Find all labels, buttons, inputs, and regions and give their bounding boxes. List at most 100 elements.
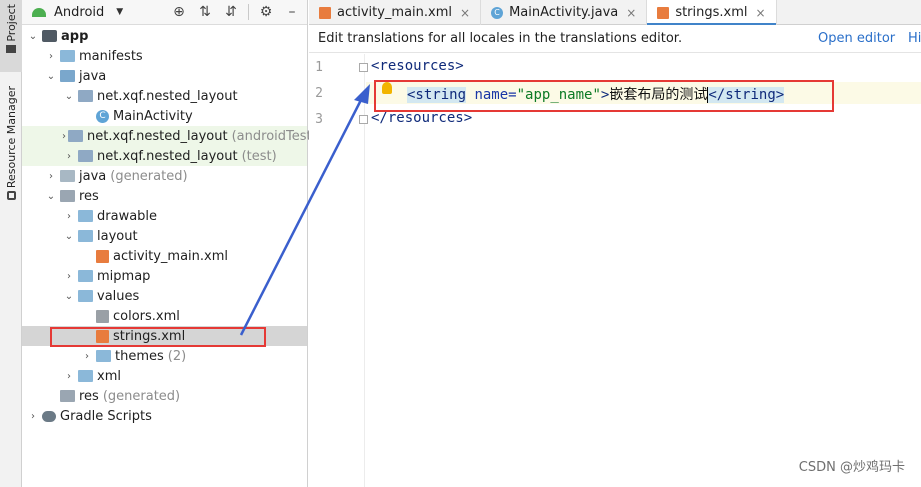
tree-item-hint: (androidTest)	[231, 128, 317, 144]
folder-icon	[78, 210, 93, 222]
fold-icon[interactable]	[359, 115, 368, 124]
tree-item-label: net.xqf.nested_layout	[97, 148, 238, 164]
highlight-box-code-line	[374, 80, 834, 112]
tree-item-hint: (2)	[167, 348, 187, 364]
xml-file-icon	[657, 6, 670, 19]
xml-file-icon	[96, 249, 109, 263]
tree-item-drawable[interactable]: › drawable	[22, 206, 307, 226]
folder-icon	[60, 70, 75, 82]
tree-item-label: layout	[97, 228, 138, 244]
project-panel: Android ▼ ⊕ ⇅ ⇵ ⚙ – ⌄ app › manifests ⌄ …	[22, 0, 317, 487]
watermark: CSDN @炒鸡玛卡	[798, 460, 905, 475]
tree-item-label: MainActivity	[113, 108, 193, 124]
locate-icon[interactable]: ⊕	[170, 3, 188, 21]
chevron-right-icon[interactable]: ›	[62, 211, 76, 222]
chevron-down-icon[interactable]: ⌄	[26, 31, 40, 42]
tree-item-label: manifests	[79, 48, 143, 64]
tree-item-label: Gradle Scripts	[60, 408, 152, 424]
collapse-all-icon[interactable]: ⇵	[222, 3, 240, 21]
banner-message: Edit translations for all locales in the…	[318, 31, 683, 46]
tree-item-gradle-scripts[interactable]: › Gradle Scripts	[22, 406, 307, 426]
tree-item-java[interactable]: ⌄ java	[22, 66, 307, 86]
chevron-down-icon[interactable]: ⌄	[62, 231, 76, 242]
tab-label: strings.xml	[675, 5, 748, 20]
android-icon	[32, 7, 46, 17]
chevron-right-icon[interactable]: ›	[62, 271, 76, 282]
chevron-right-icon[interactable]: ›	[62, 151, 76, 162]
chevron-right-icon[interactable]: ›	[44, 171, 58, 182]
chevron-down-icon[interactable]: ▼	[116, 7, 123, 17]
view-selector[interactable]: Android	[54, 5, 104, 20]
tree-item-package-test[interactable]: › net.xqf.nested_layout (test)	[22, 146, 307, 166]
tree-item-res[interactable]: ⌄ res	[22, 186, 307, 206]
tree-item-label: colors.xml	[113, 308, 180, 324]
resource-manager-icon	[6, 191, 16, 201]
tree-item-res-generated[interactable]: res (generated)	[22, 386, 307, 406]
tree-item-mipmap[interactable]: › mipmap	[22, 266, 307, 286]
tree-item-label: java	[79, 68, 107, 84]
hide-banner-link[interactable]: Hi	[908, 31, 921, 46]
chevron-down-icon[interactable]: ⌄	[44, 71, 58, 82]
tree-item-manifests[interactable]: › manifests	[22, 46, 307, 66]
tree-item-values[interactable]: ⌄ values	[22, 286, 307, 306]
tree-item-package[interactable]: ⌄ net.xqf.nested_layout	[22, 86, 307, 106]
close-icon[interactable]: ×	[626, 6, 636, 20]
tree-item-mainactivity[interactable]: C MainActivity	[22, 106, 307, 126]
resources-folder-icon	[60, 390, 75, 402]
project-tree: ⌄ app › manifests ⌄ java ⌄ net.xqf.neste…	[22, 26, 317, 426]
chevron-right-icon[interactable]: ›	[44, 51, 58, 62]
close-icon[interactable]: ×	[756, 6, 766, 20]
tree-item-label: themes	[115, 348, 164, 364]
tab-activity-main[interactable]: activity_main.xml ×	[309, 0, 482, 25]
tree-item-themes[interactable]: › themes (2)	[22, 346, 307, 366]
fold-icon[interactable]	[359, 63, 368, 72]
class-icon: C	[96, 109, 109, 123]
chevron-right-icon[interactable]: ›	[80, 351, 94, 362]
translations-banner: Edit translations for all locales in the…	[309, 25, 921, 53]
package-icon	[68, 130, 83, 142]
project-tool-tab[interactable]: Project	[0, 0, 22, 72]
close-icon[interactable]: ×	[460, 6, 470, 20]
resources-folder-icon	[60, 190, 75, 202]
tree-item-package-androidtest[interactable]: › net.xqf.nested_layout (androidTest)	[22, 126, 317, 146]
panel-toolbar: ⊕ ⇅ ⇵ ⚙ –	[170, 3, 301, 21]
tree-item-java-generated[interactable]: › java (generated)	[22, 166, 307, 186]
tree-item-xml[interactable]: › xml	[22, 366, 307, 386]
resource-manager-tool-tab[interactable]: Resource Manager	[0, 82, 22, 206]
chevron-down-icon[interactable]: ⌄	[62, 91, 76, 102]
hide-panel-icon[interactable]: –	[283, 3, 301, 21]
line-number: 1	[315, 60, 323, 75]
editor-area: activity_main.xml × C MainActivity.java …	[309, 0, 921, 487]
xml-file-icon	[319, 6, 331, 19]
resource-manager-label: Resource Manager	[4, 86, 18, 189]
project-tool-label: Project	[4, 4, 18, 42]
chevron-down-icon[interactable]: ⌄	[44, 191, 58, 202]
tree-item-label: values	[97, 288, 140, 304]
tree-item-label: mipmap	[97, 268, 151, 284]
tree-item-colors[interactable]: colors.xml	[22, 306, 307, 326]
chevron-right-icon[interactable]: ›	[26, 411, 40, 422]
chevron-right-icon[interactable]: ›	[62, 131, 66, 142]
module-icon	[42, 30, 57, 42]
resources-close-tag: </resources>	[371, 110, 473, 126]
chevron-right-icon[interactable]: ›	[62, 371, 76, 382]
code-area[interactable]: 1 2 3 <resources> <string name="app_name…	[309, 54, 921, 487]
tab-mainactivity[interactable]: C MainActivity.java ×	[481, 0, 648, 25]
folder-icon	[60, 50, 75, 62]
open-editor-link[interactable]: Open editor	[818, 31, 895, 46]
chevron-down-icon[interactable]: ⌄	[62, 291, 76, 302]
folder-icon	[96, 350, 111, 362]
tab-label: activity_main.xml	[337, 5, 453, 20]
tree-item-label: xml	[97, 368, 121, 384]
tab-label: MainActivity.java	[509, 5, 619, 20]
tree-item-app[interactable]: ⌄ app	[22, 26, 307, 46]
tree-item-label: net.xqf.nested_layout	[87, 128, 228, 144]
expand-all-icon[interactable]: ⇅	[196, 3, 214, 21]
folder-icon	[78, 290, 93, 302]
tree-item-activity-main[interactable]: activity_main.xml	[22, 246, 307, 266]
toolbar-divider	[248, 4, 249, 20]
code-line-1: <resources>	[371, 58, 464, 74]
tab-strings[interactable]: strings.xml ×	[647, 0, 777, 26]
tree-item-layout[interactable]: ⌄ layout	[22, 226, 307, 246]
gear-icon[interactable]: ⚙	[257, 3, 275, 21]
